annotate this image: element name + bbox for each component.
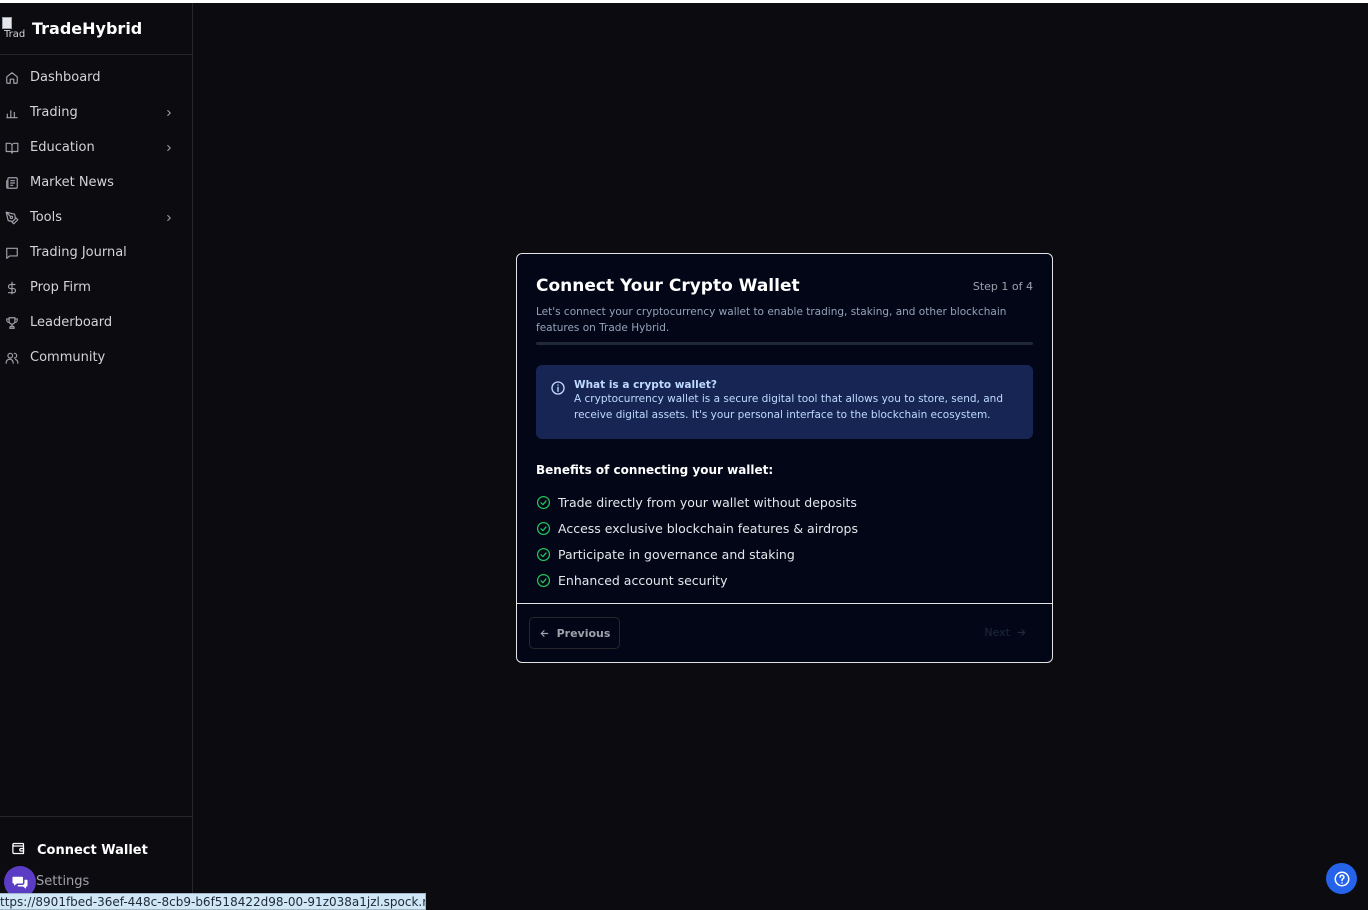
chevron-right-icon <box>164 108 174 118</box>
help-button[interactable] <box>1326 863 1357 894</box>
dialog-footer: Previous Next <box>517 603 1052 662</box>
sidebar-item-label: Market News <box>30 175 114 190</box>
sidebar-item-label: Leaderboard <box>30 315 113 330</box>
info-box: What is a crypto wallet? A cryptocurrenc… <box>536 365 1033 439</box>
benefit-text: Participate in governance and staking <box>558 546 795 562</box>
connect-wallet-label: Connect Wallet <box>37 842 148 858</box>
check-circle-icon <box>536 521 551 536</box>
info-icon <box>550 380 566 396</box>
users-icon <box>5 351 19 365</box>
sidebar-item-trading-journal[interactable]: Trading Journal <box>0 235 192 270</box>
sidebar-item-label: Education <box>30 140 95 155</box>
list-item: Access exclusive blockchain features & a… <box>536 515 1033 541</box>
progress-bar <box>536 342 1033 345</box>
brand[interactable]: Trad TradeHybrid <box>0 3 192 55</box>
chevron-right-icon <box>164 143 174 153</box>
trophy-icon <box>5 316 19 330</box>
message-square-icon <box>5 246 19 260</box>
list-item: Participate in governance and staking <box>536 541 1033 567</box>
newspaper-icon <box>5 176 19 190</box>
list-item: Enhanced account security <box>536 567 1033 593</box>
bar-chart-icon <box>5 106 19 120</box>
app-name: TradeHybrid <box>32 19 143 38</box>
browser-status-url: ttps://8901fbed-36ef-448c-8cb9-b6f518422… <box>0 893 426 910</box>
sidebar-item-trading[interactable]: Trading <box>0 95 192 130</box>
book-open-icon <box>5 141 19 155</box>
help-circle-icon <box>1334 871 1349 886</box>
logo-image: Trad <box>2 16 28 41</box>
sidebar-item-tools[interactable]: Tools <box>0 200 192 235</box>
chat-icon <box>12 876 28 889</box>
benefits-list: Trade directly from your wallet without … <box>536 489 1033 593</box>
sidebar-item-label: Prop Firm <box>30 280 91 295</box>
sidebar-item-dashboard[interactable]: Dashboard <box>0 60 192 95</box>
check-circle-icon <box>536 547 551 562</box>
dialog-title: Connect Your Crypto Wallet <box>536 276 800 296</box>
sidebar-item-market-news[interactable]: Market News <box>0 165 192 200</box>
sidebar-nav: Dashboard Trading Education Market News … <box>0 55 192 375</box>
dollar-icon <box>5 281 19 295</box>
next-button[interactable]: Next <box>984 626 1027 639</box>
sidebar-item-label: Dashboard <box>30 70 101 85</box>
sidebar-item-education[interactable]: Education <box>0 130 192 165</box>
arrow-left-icon <box>540 629 548 637</box>
benefit-text: Access exclusive blockchain features & a… <box>558 520 858 536</box>
pen-tool-icon <box>5 211 19 225</box>
home-icon <box>5 71 19 85</box>
info-text: A cryptocurrency wallet is a secure digi… <box>574 393 1003 421</box>
step-indicator: Step 1 of 4 <box>972 280 1033 293</box>
previous-button[interactable]: Previous <box>529 617 620 649</box>
connect-wallet-dialog: Connect Your Crypto Wallet Step 1 of 4 L… <box>516 253 1053 663</box>
sidebar-item-community[interactable]: Community <box>0 340 192 375</box>
benefit-text: Trade directly from your wallet without … <box>558 494 857 510</box>
arrow-right-icon <box>1017 629 1026 636</box>
sidebar: Trad TradeHybrid Dashboard Trading Educa… <box>0 3 193 910</box>
benefits-title: Benefits of connecting your wallet: <box>536 463 774 477</box>
wallet-icon <box>11 841 26 860</box>
sidebar-item-label: Tools <box>30 210 63 225</box>
sidebar-item-label: Community <box>30 350 106 365</box>
dialog-description: Let's connect your cryptocurrency wallet… <box>536 306 1007 334</box>
sidebar-item-settings[interactable]: Settings <box>36 874 89 889</box>
info-title: What is a crypto wallet? <box>574 379 717 391</box>
benefit-text: Enhanced account security <box>558 572 728 588</box>
next-label: Next <box>984 626 1010 639</box>
list-item: Trade directly from your wallet without … <box>536 489 1033 515</box>
sidebar-item-label: Trading <box>30 105 78 120</box>
chevron-right-icon <box>164 213 174 223</box>
dialog-header: Connect Your Crypto Wallet Step 1 of 4 L… <box>517 254 1052 336</box>
previous-label: Previous <box>556 626 611 640</box>
check-circle-icon <box>536 573 551 588</box>
check-circle-icon <box>536 495 551 510</box>
sidebar-item-leaderboard[interactable]: Leaderboard <box>0 305 192 340</box>
top-border <box>0 0 1368 3</box>
sidebar-item-label: Trading Journal <box>30 245 127 260</box>
sidebar-item-prop-firm[interactable]: Prop Firm <box>0 270 192 305</box>
